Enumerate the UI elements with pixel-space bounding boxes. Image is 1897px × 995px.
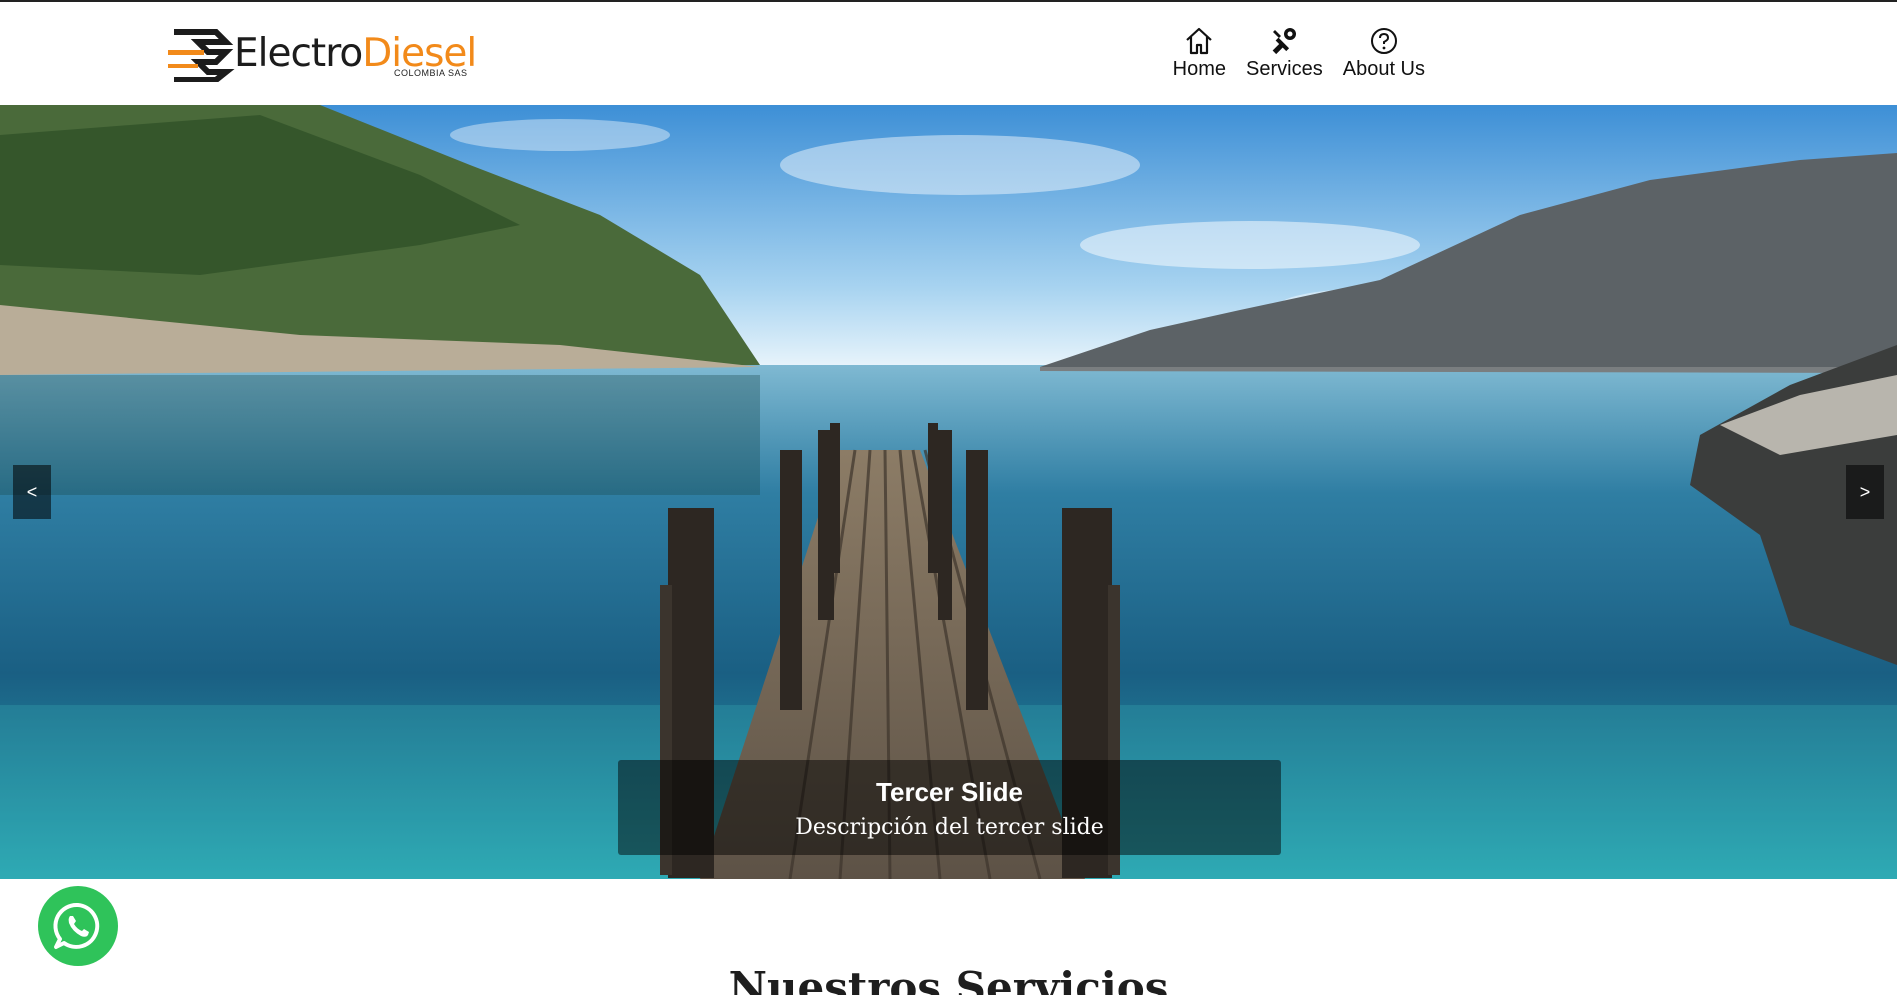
tools-icon (1267, 26, 1301, 56)
brand-subtitle: COLOMBIA SAS (394, 68, 468, 78)
nav-home[interactable]: Home (1173, 26, 1226, 82)
whatsapp-button[interactable] (38, 886, 118, 966)
slide-caption-title: Tercer Slide (876, 777, 1023, 807)
nav-services-label: Services (1246, 58, 1323, 80)
hero-carousel[interactable]: < > Tercer Slide Descripción del tercer … (0, 105, 1897, 879)
whatsapp-icon (53, 902, 100, 949)
home-icon (1182, 26, 1216, 56)
nav-about[interactable]: About Us (1343, 26, 1425, 82)
main-nav: Home Services About Us (1173, 26, 1425, 82)
carousel-next-button[interactable]: > (1846, 465, 1884, 519)
brand-name-electro: Electro (234, 31, 363, 76)
site-header: ElectroDiesel COLOMBIA SAS Home Services (0, 2, 1897, 105)
brand-logo[interactable]: ElectroDiesel COLOMBIA SAS (168, 26, 498, 82)
question-circle-icon (1367, 26, 1401, 56)
nav-home-label: Home (1172, 58, 1227, 80)
logo-mark-icon (168, 29, 235, 82)
slide-caption: Tercer Slide Descripción del tercer slid… (618, 760, 1281, 855)
nav-services[interactable]: Services (1246, 26, 1323, 82)
nav-about-label: About Us (1342, 58, 1425, 80)
carousel-prev-button[interactable]: < (13, 465, 51, 519)
section-title: Nuestros Servicios (728, 963, 1169, 995)
slide-caption-description: Descripción del tercer slide (795, 815, 1104, 840)
